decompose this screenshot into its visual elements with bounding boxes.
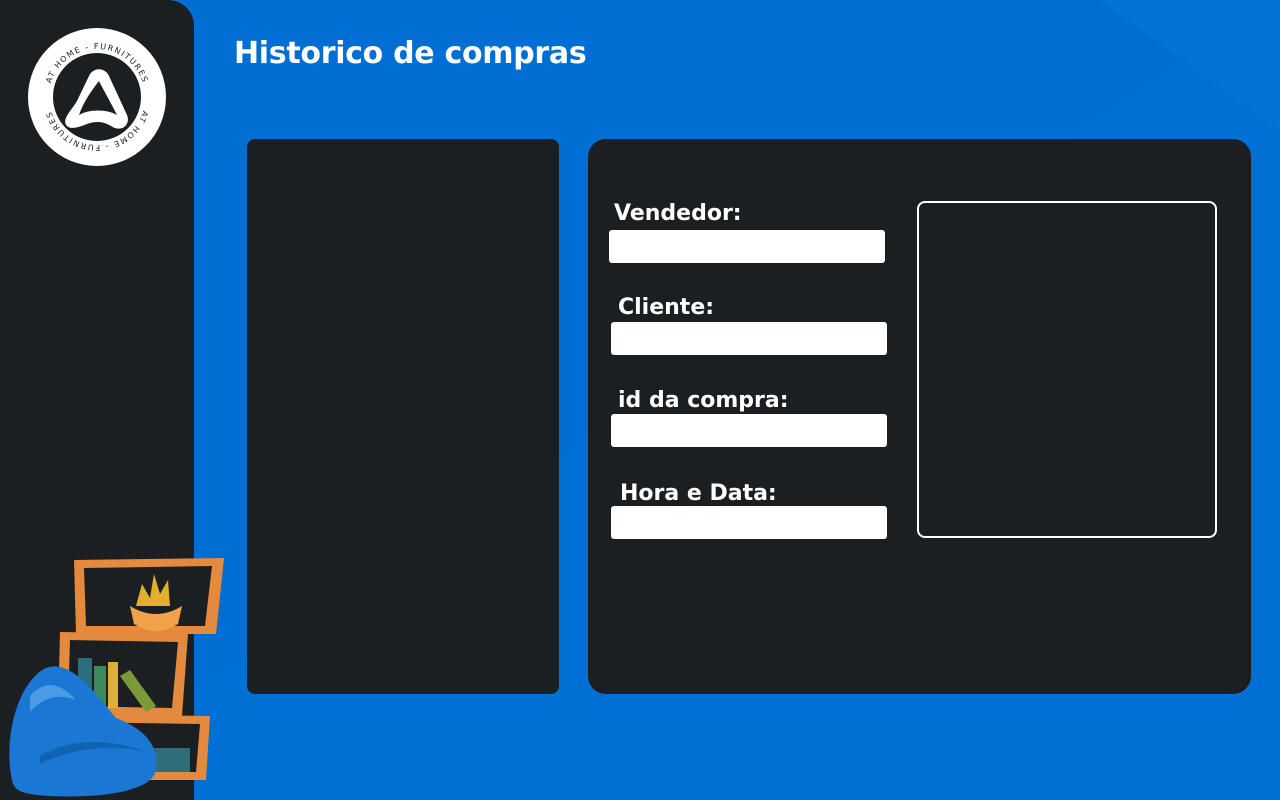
seller-label: Vendedor: [614, 201, 742, 226]
at-home-logo-icon[interactable]: AT HOME - FURNITURES AT HOME - FURNITURE… [27, 27, 167, 167]
seller-input[interactable] [609, 230, 885, 263]
purchase-detail-panel: Vendedor: Cliente: id da compra: Hora e … [588, 139, 1251, 694]
page-title: Historico de compras [234, 36, 587, 71]
app-window: AT HOME - FURNITURES AT HOME - FURNITURE… [0, 0, 1280, 800]
purchase-id-input[interactable] [611, 414, 887, 447]
purchase-list-panel[interactable] [247, 139, 559, 694]
date-time-label: Hora e Data: [620, 481, 777, 506]
purchase-id-label: id da compra: [618, 388, 789, 413]
product-image-box [917, 201, 1217, 538]
shelf-and-beanbag-icon [9, 558, 224, 797]
date-time-input[interactable] [611, 506, 887, 539]
client-label: Cliente: [618, 295, 715, 320]
client-input[interactable] [611, 322, 887, 355]
